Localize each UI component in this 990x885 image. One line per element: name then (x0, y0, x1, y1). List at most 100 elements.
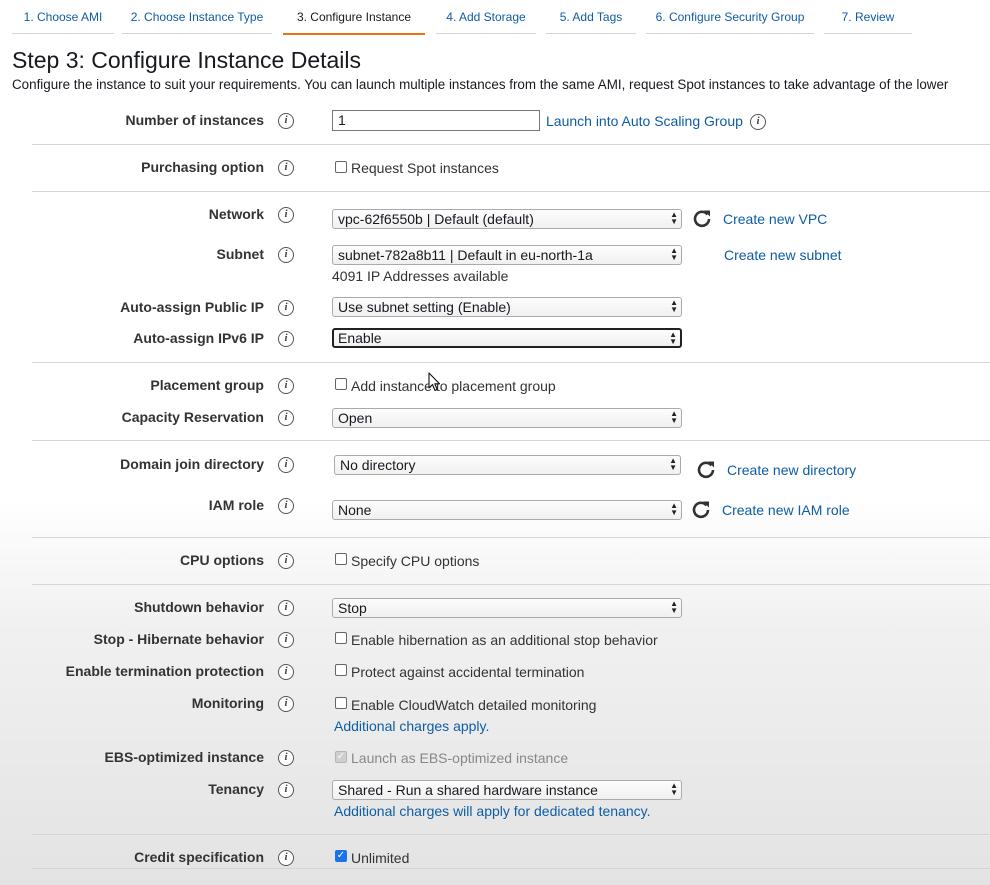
subnet-label: Subnet (216, 246, 264, 262)
ebs-optimized-checkbox-label: Launch as EBS-optimized instance (351, 750, 569, 766)
tenancy-select[interactable]: Shared - Run a shared hardware instance … (332, 780, 682, 800)
unlimited-checkbox[interactable]: ✓ (335, 850, 347, 862)
auto-assign-ipv6-select[interactable]: Enable ▲ ▼ (332, 328, 682, 348)
termination-protection-label: Enable termination protection (65, 663, 264, 679)
divider (32, 868, 990, 869)
shutdown-behavior-value: Stop (338, 600, 367, 616)
monitoring-label: Monitoring (191, 695, 264, 711)
tab-add-tags[interactable]: 5. Add Tags (546, 0, 636, 34)
tab-choose-instance-type[interactable]: 2. Choose Instance Type (122, 0, 272, 34)
additional-charges-link[interactable]: Additional charges apply. (334, 718, 489, 734)
info-icon[interactable]: i (278, 696, 294, 712)
info-icon[interactable]: i (278, 113, 294, 129)
info-icon[interactable]: i (750, 114, 766, 130)
refresh-icon[interactable] (696, 459, 716, 479)
auto-assign-public-ip-value: Use subnet setting (Enable) (338, 299, 511, 315)
ip-addresses-available: 4091 IP Addresses available (332, 268, 509, 284)
tab-choose-ami[interactable]: 1. Choose AMI (12, 0, 114, 34)
tab-review[interactable]: 7. Review (824, 0, 912, 34)
iam-role-select[interactable]: None ▲ ▼ (332, 500, 682, 520)
cloudwatch-monitoring-checkbox[interactable] (335, 697, 347, 709)
ebs-optimized-checkbox: ✓ (335, 751, 347, 763)
select-arrow-icon: ▲ ▼ (670, 781, 678, 797)
number-of-instances-input[interactable]: 1 (332, 110, 540, 131)
info-icon[interactable]: i (278, 207, 294, 223)
refresh-icon[interactable] (691, 499, 711, 519)
info-icon[interactable]: i (278, 750, 294, 766)
capacity-reservation-select[interactable]: Open ▲ ▼ (332, 408, 682, 428)
divider (32, 537, 990, 538)
tab-configure-security-group[interactable]: 6. Configure Security Group (646, 0, 814, 34)
divider (32, 834, 990, 835)
info-icon[interactable]: i (278, 632, 294, 648)
shutdown-behavior-label: Shutdown behavior (134, 599, 264, 615)
info-icon[interactable]: i (278, 850, 294, 866)
network-label: Network (208, 206, 264, 222)
termination-protection-checkbox[interactable] (335, 664, 347, 676)
domain-join-directory-value: No directory (340, 457, 416, 473)
unlimited-checkbox-label: Unlimited (351, 850, 410, 866)
create-new-directory-link[interactable]: Create new directory (727, 462, 856, 478)
placement-group-label: Placement group (150, 377, 264, 393)
network-select[interactable]: vpc-62f6550b | Default (default) ▲ ▼ (332, 209, 682, 229)
domain-join-directory-label: Domain join directory (120, 456, 264, 472)
info-icon[interactable]: i (278, 664, 294, 680)
info-icon[interactable]: i (278, 600, 294, 616)
info-icon[interactable]: i (278, 331, 294, 347)
purchasing-option-label: Purchasing option (141, 159, 264, 175)
divider (32, 440, 990, 441)
info-icon[interactable]: i (278, 410, 294, 426)
info-icon[interactable]: i (278, 300, 294, 316)
dedicated-tenancy-charges-link[interactable]: Additional charges will apply for dedica… (334, 803, 650, 819)
shutdown-behavior-select[interactable]: Stop ▲ ▼ (332, 598, 682, 618)
domain-join-directory-select[interactable]: No directory ▲ ▼ (334, 455, 681, 475)
tenancy-value: Shared - Run a shared hardware instance (338, 782, 598, 798)
tab-configure-instance[interactable]: 3. Configure Instance (283, 0, 425, 35)
placement-group-checkbox-label: Add instance to placement group (351, 378, 556, 394)
select-arrow-icon: ▲ ▼ (670, 599, 678, 615)
cpu-options-checkbox-label: Specify CPU options (351, 553, 480, 569)
info-icon[interactable]: i (278, 378, 294, 394)
termination-protection-checkbox-label: Protect against accidental termination (351, 664, 585, 680)
tab-add-storage[interactable]: 4. Add Storage (436, 0, 536, 34)
mouse-cursor-icon (428, 372, 441, 392)
network-select-value: vpc-62f6550b | Default (default) (338, 211, 534, 227)
divider (32, 584, 990, 585)
cpu-options-label: CPU options (180, 552, 264, 568)
info-icon[interactable]: i (278, 782, 294, 798)
select-arrow-icon: ▲ ▼ (670, 246, 678, 262)
select-arrow-icon: ▲ ▼ (670, 298, 678, 314)
ebs-optimized-label: EBS-optimized instance (104, 749, 264, 765)
subnet-select-value: subnet-782a8b11 | Default in eu-north-1a (338, 247, 593, 263)
capacity-reservation-label: Capacity Reservation (121, 409, 264, 425)
credit-specification-label: Credit specification (134, 849, 264, 865)
info-icon[interactable]: i (278, 498, 294, 514)
iam-role-value: None (338, 502, 372, 518)
info-icon[interactable]: i (278, 457, 294, 473)
create-new-subnet-link[interactable]: Create new subnet (724, 247, 842, 263)
page-description: Configure the instance to suit your requ… (12, 77, 949, 92)
create-new-iam-role-link[interactable]: Create new IAM role (722, 502, 850, 518)
divider (32, 144, 990, 145)
wizard-tabs: 1. Choose AMI 2. Choose Instance Type 3.… (0, 0, 990, 35)
request-spot-label: Request Spot instances (351, 160, 499, 176)
capacity-reservation-value: Open (338, 410, 373, 426)
number-of-instances-label: Number of instances (125, 112, 264, 128)
select-arrow-icon: ▲ ▼ (670, 501, 678, 517)
info-icon[interactable]: i (278, 160, 294, 176)
placement-group-checkbox[interactable] (335, 378, 347, 390)
info-icon[interactable]: i (278, 247, 294, 263)
tenancy-label: Tenancy (208, 781, 264, 797)
auto-assign-public-ip-select[interactable]: Use subnet setting (Enable) ▲ ▼ (332, 297, 682, 317)
launch-auto-scaling-link[interactable]: Launch into Auto Scaling Group (546, 113, 743, 129)
stop-hibernate-label: Stop - Hibernate behavior (93, 631, 264, 647)
refresh-icon[interactable] (692, 208, 712, 228)
request-spot-checkbox[interactable] (335, 161, 347, 173)
hibernation-checkbox[interactable] (335, 632, 347, 644)
info-icon[interactable]: i (278, 553, 294, 569)
hibernation-checkbox-label: Enable hibernation as an additional stop… (351, 632, 658, 648)
select-arrow-icon: ▲ ▼ (670, 210, 678, 226)
cpu-options-checkbox[interactable] (335, 553, 347, 565)
subnet-select[interactable]: subnet-782a8b11 | Default in eu-north-1a… (332, 245, 682, 265)
create-new-vpc-link[interactable]: Create new VPC (723, 211, 827, 227)
